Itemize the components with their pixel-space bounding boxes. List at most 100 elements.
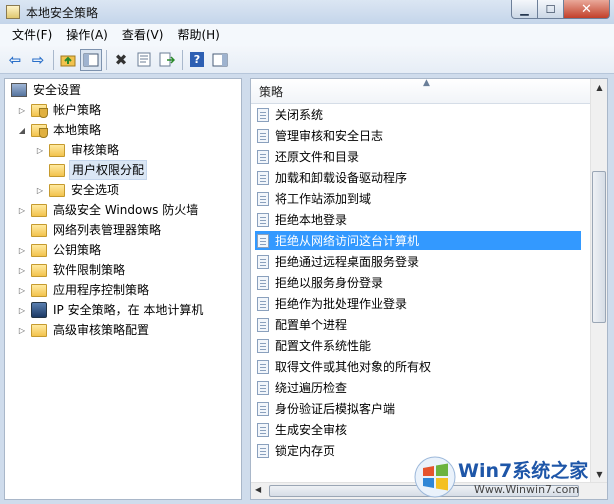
tree-item-security-options[interactable]: ▷ 安全选项: [35, 180, 121, 200]
policy-list-item[interactable]: 拒绝本地登录: [255, 210, 581, 229]
policy-list-item[interactable]: 关闭系统: [255, 105, 581, 124]
show-action-pane-button[interactable]: [209, 49, 231, 71]
window-controls: ▁ ☐ ✕: [511, 0, 610, 19]
toolbar-divider: [182, 49, 183, 70]
policy-label: 将工作站添加到域: [275, 192, 372, 206]
tree-item-account-policies[interactable]: ▷ 帐户策略: [17, 100, 103, 120]
tree-item-ip-security-policies[interactable]: ▷ IP 安全策略，在 本地计算机: [17, 300, 205, 320]
window-title: 本地安全策略: [26, 6, 99, 20]
close-icon: ✕: [581, 1, 592, 17]
column-header-policy[interactable]: 策略 ▲: [251, 79, 607, 104]
up-folder-icon: [60, 55, 76, 66]
expand-arrow-icon[interactable]: ▷: [17, 266, 27, 275]
tree-item-label: 公钥策略: [53, 243, 102, 257]
policy-list-item[interactable]: 拒绝通过远程桌面服务登录: [255, 252, 581, 271]
back-arrow-icon: ⇦: [8, 50, 22, 69]
tree-item-advanced-audit[interactable]: ▷ 高级审核策略配置: [17, 320, 151, 340]
maximize-icon: ☐: [545, 2, 556, 16]
policy-label: 加载和卸载设备驱动程序: [275, 171, 408, 185]
tree-item-application-control[interactable]: ▷ 应用程序控制策略: [17, 280, 151, 300]
tree-item-label: 本地策略: [53, 123, 102, 137]
tree-item-label: 审核策略: [71, 143, 120, 157]
close-button[interactable]: ✕: [564, 0, 610, 19]
tree-item-public-key-policies[interactable]: ▷ 公钥策略: [17, 240, 103, 260]
tree-item-security-settings[interactable]: 安全设置: [7, 80, 83, 100]
menu-bar: 文件(F) 操作(A) 查看(V) 帮助(H): [0, 24, 614, 46]
policy-icon: [257, 170, 269, 185]
folder-icon: [31, 263, 47, 277]
help-button[interactable]: ?: [186, 49, 208, 71]
forward-button[interactable]: ⇨: [27, 49, 49, 71]
export-list-button[interactable]: [156, 49, 178, 71]
menu-file[interactable]: 文件(F): [6, 24, 58, 46]
collapse-arrow-icon[interactable]: ◢: [17, 126, 27, 135]
policy-list-item[interactable]: 拒绝从网络访问这台计算机: [255, 231, 581, 250]
policy-list-item[interactable]: 取得文件或其他对象的所有权: [255, 357, 581, 376]
policy-icon: [257, 191, 269, 206]
forward-arrow-icon: ⇨: [31, 50, 45, 69]
minimize-button[interactable]: ▁: [511, 0, 538, 19]
watermark: Win7系统之家 Www.Winwin7.com: [414, 454, 610, 500]
tree-item-label: IP 安全策略，在 本地计算机: [53, 303, 204, 317]
policy-list-item[interactable]: 还原文件和目录: [255, 147, 581, 166]
console-tree-icon: [83, 53, 99, 66]
policy-label: 配置单个进程: [275, 318, 348, 332]
show-hide-console-tree-button[interactable]: [80, 48, 102, 71]
policy-icon: [257, 275, 269, 290]
expand-arrow-icon[interactable]: ▷: [35, 146, 45, 155]
tree-item-network-list-manager[interactable]: 网络列表管理器策略: [17, 220, 163, 240]
tree-item-audit-policy[interactable]: ▷ 审核策略: [35, 140, 121, 160]
scroll-left-icon[interactable]: ◀: [255, 485, 261, 494]
policy-list-item[interactable]: 将工作站添加到域: [255, 189, 581, 208]
toolbar-divider: [53, 49, 54, 70]
policy-label: 拒绝作为批处理作业登录: [275, 297, 408, 311]
tree-item-windows-firewall[interactable]: ▷ 高级安全 Windows 防火墙: [17, 200, 200, 220]
vertical-scrollbar[interactable]: ▲ ▼: [590, 79, 607, 499]
policy-icon: [257, 107, 269, 122]
tree-item-local-policies[interactable]: ◢ 本地策略: [17, 120, 103, 140]
folder-icon: [31, 283, 47, 297]
scroll-up-icon[interactable]: ▲: [592, 79, 607, 95]
menu-help[interactable]: 帮助(H): [171, 24, 225, 46]
tree-item-label: 用户权限分配: [69, 160, 148, 180]
menu-action[interactable]: 操作(A): [60, 24, 114, 46]
properties-button[interactable]: [133, 49, 155, 71]
up-one-level-button[interactable]: [57, 49, 79, 71]
app-icon: [6, 5, 20, 19]
maximize-button[interactable]: ☐: [538, 0, 564, 19]
tree-item-software-restriction[interactable]: ▷ 软件限制策略: [17, 260, 127, 280]
vertical-scroll-thumb[interactable]: [592, 171, 606, 323]
policy-list-item[interactable]: 加载和卸载设备驱动程序: [255, 168, 581, 187]
policy-icon: [257, 401, 269, 416]
tree-item-label: 软件限制策略: [53, 263, 126, 277]
title-bar: 本地安全策略 ▁ ☐ ✕: [0, 0, 614, 24]
folder-icon: [31, 103, 48, 118]
policy-label: 锁定内存页: [275, 444, 336, 458]
policy-list-item[interactable]: 身份验证后模拟客户端: [255, 399, 581, 418]
policy-list-item[interactable]: 管理审核和安全日志: [255, 126, 581, 145]
expand-arrow-icon[interactable]: ▷: [35, 186, 45, 195]
tree-item-label: 高级审核策略配置: [53, 323, 150, 337]
policy-list-item[interactable]: 配置文件系统性能: [255, 336, 581, 355]
expand-arrow-icon[interactable]: ▷: [17, 286, 27, 295]
tree-item-label: 应用程序控制策略: [53, 283, 150, 297]
expand-arrow-icon[interactable]: ▷: [17, 326, 27, 335]
policy-list-item[interactable]: 配置单个进程: [255, 315, 581, 334]
policy-list-item[interactable]: 绕过遍历检查: [255, 378, 581, 397]
policy-label: 拒绝以服务身份登录: [275, 276, 384, 290]
policy-label: 还原文件和目录: [275, 150, 360, 164]
expand-arrow-icon[interactable]: ▷: [17, 206, 27, 215]
folder-icon: [49, 183, 65, 197]
expand-arrow-icon[interactable]: ▷: [17, 306, 27, 315]
tree-item-user-rights-assignment[interactable]: 用户权限分配: [35, 160, 148, 180]
policy-list-item[interactable]: 生成安全审核: [255, 420, 581, 439]
delete-button[interactable]: ✖: [110, 49, 132, 71]
policy-icon: [257, 338, 269, 353]
back-button[interactable]: ⇦: [4, 49, 26, 71]
policy-list-item[interactable]: 拒绝作为批处理作业登录: [255, 294, 581, 313]
toolbar: ⇦ ⇨ ✖ ?: [0, 46, 614, 74]
menu-view[interactable]: 查看(V): [116, 24, 170, 46]
expand-arrow-icon[interactable]: ▷: [17, 106, 27, 115]
policy-list-item[interactable]: 拒绝以服务身份登录: [255, 273, 581, 292]
expand-arrow-icon[interactable]: ▷: [17, 246, 27, 255]
